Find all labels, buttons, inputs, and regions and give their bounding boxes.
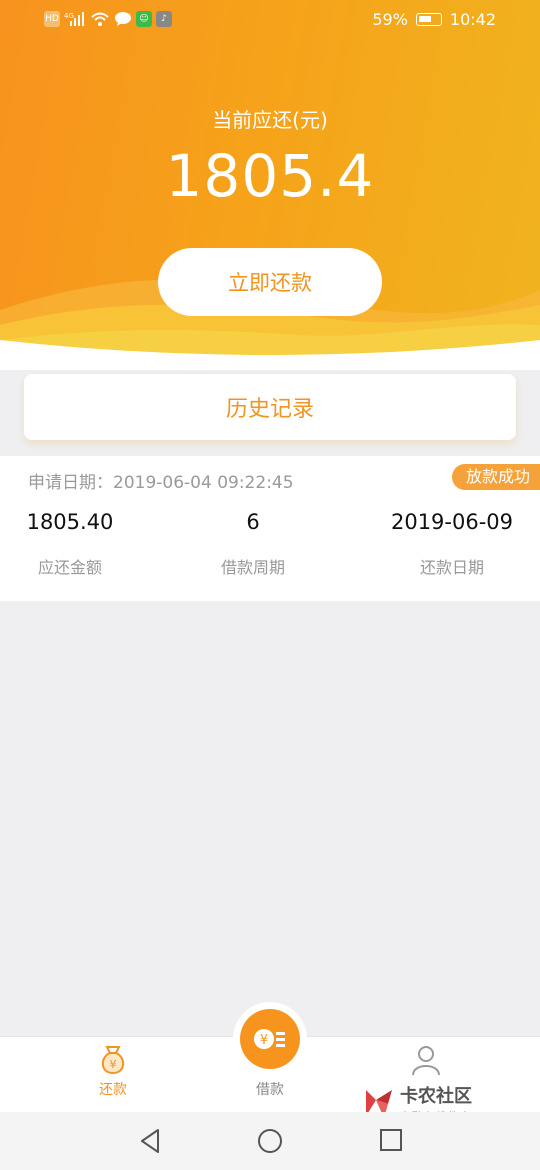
wifi-icon (91, 12, 109, 26)
home-icon[interactable] (257, 1128, 283, 1154)
repay-now-button[interactable]: 立即还款 (158, 248, 382, 316)
coin-icon: ¥ (254, 1029, 285, 1049)
amount-due-label: 应还金额 (37, 558, 102, 577)
loan-record[interactable]: 申请日期：2019-06-04 09:22:45 放款成功 1805.40 应还… (0, 456, 540, 601)
loan-period-label: 借款周期 (220, 558, 285, 577)
repay-date-value: 2019-06-09 (390, 510, 514, 534)
recents-icon[interactable] (379, 1128, 403, 1152)
loan-period-value: 6 (246, 510, 260, 534)
user-icon (412, 1046, 440, 1076)
tab-borrow-label: 借款 (256, 1082, 284, 1098)
battery-icon (415, 13, 442, 26)
due-amount: 1805.4 (165, 142, 375, 210)
amount-due-column: 1805.40 应还金额 (0, 510, 160, 578)
money-bag-icon: ¥ (101, 1046, 125, 1075)
apply-date-value: 2019-06-04 09:22:45 (113, 473, 294, 493)
music-icon: ♪ (156, 11, 172, 27)
system-nav-bar (0, 1112, 540, 1170)
status-bar: HD 4G ☺ ♪ 59% 10:42 (0, 0, 540, 42)
battery-percent: 59% (372, 10, 408, 29)
apply-date: 申请日期：2019-06-04 09:22:45 (28, 468, 294, 493)
header-banner: HD 4G ☺ ♪ 59% 10:42 当前应还(元) 1805.4 立即还款 (0, 0, 540, 370)
amount-due-value: 1805.40 (26, 510, 114, 534)
history-records-button[interactable]: 历史记录 (24, 374, 516, 440)
due-label: 当前应还(元) (212, 108, 328, 132)
tab-repay[interactable]: ¥ 还款 (53, 1037, 173, 1113)
watermark-title: 卡农社区 (400, 1086, 472, 1107)
repay-date-column: 2019-06-09 还款日期 (362, 510, 540, 578)
back-icon[interactable] (138, 1128, 162, 1154)
svg-text:¥: ¥ (110, 1058, 117, 1071)
wechat-icon: ☺ (136, 11, 152, 27)
borrow-center-button[interactable]: ¥ (233, 1002, 307, 1076)
message-icon (115, 12, 131, 26)
loan-period-column: 6 借款周期 (163, 510, 343, 578)
apply-date-label: 申请日期： (28, 473, 113, 493)
svg-text:¥: ¥ (260, 1033, 268, 1048)
clock: 10:42 (449, 10, 496, 29)
hd-icon: HD (44, 11, 60, 27)
status-badge: 放款成功 (451, 464, 540, 490)
tab-repay-label: 还款 (99, 1082, 127, 1098)
svg-text:4G: 4G (64, 12, 74, 20)
signal-icon: 4G (64, 12, 84, 26)
repay-date-label: 还款日期 (419, 558, 484, 577)
